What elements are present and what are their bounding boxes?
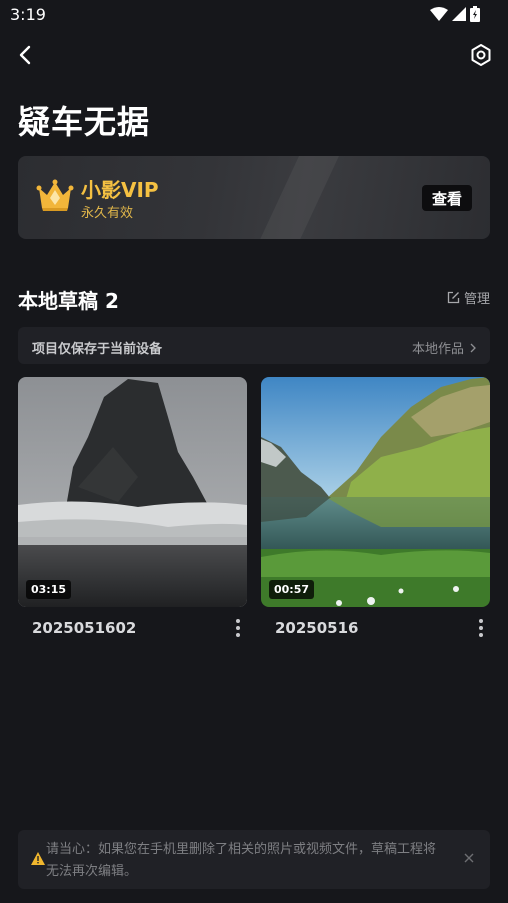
close-icon[interactable] xyxy=(462,851,476,865)
draft-name: 2025051602 xyxy=(32,619,137,637)
settings-button[interactable] xyxy=(468,42,494,68)
draft-name: 20250516 xyxy=(275,619,359,637)
vip-view-button[interactable]: 查看 xyxy=(422,185,472,211)
chevron-right-icon xyxy=(470,343,476,352)
status-bar: 3:19 xyxy=(0,0,508,30)
battery-icon xyxy=(470,6,480,22)
warning-bar: 请当心：如果您在手机里删除了相关的照片或视频文件，草稿工程将无法再次编辑。 xyxy=(18,830,490,889)
page-title: 疑车无据 xyxy=(18,103,151,141)
vip-card[interactable]: 小影VIP 永久有效 查看 xyxy=(18,156,490,239)
dot xyxy=(479,626,483,630)
crown-icon xyxy=(36,179,74,211)
draft-thumbnail-image xyxy=(18,377,247,607)
more-options-button[interactable] xyxy=(473,617,489,639)
chevron-left-icon xyxy=(19,45,31,65)
dot xyxy=(236,626,240,630)
more-options-button[interactable] xyxy=(230,617,246,639)
local-works-label: 本地作品 xyxy=(411,342,464,357)
warning-text: 请当心：如果您在手机里删除了相关的照片或视频文件，草稿工程将无法再次编辑。 xyxy=(46,842,437,879)
status-icons xyxy=(430,6,480,22)
vip-title: 小影VIP xyxy=(81,178,159,202)
gear-icon xyxy=(471,44,491,66)
local-works-link[interactable]: 本地作品 xyxy=(412,338,476,357)
dot xyxy=(479,619,483,623)
draft-duration: 00:57 xyxy=(269,580,315,599)
manage-button[interactable]: 管理 xyxy=(447,288,490,307)
draft-thumbnail[interactable]: 00:57 xyxy=(261,377,490,607)
drafts-section-title: 本地草稿 2 xyxy=(18,289,119,313)
top-nav xyxy=(0,38,508,72)
dot xyxy=(236,633,240,637)
back-button[interactable] xyxy=(12,42,38,68)
info-bar: 项目仅保存于当前设备 本地作品 xyxy=(18,327,490,364)
dot xyxy=(236,619,240,623)
manage-label: 管理 xyxy=(463,292,490,307)
warning-icon xyxy=(31,852,45,865)
draft-thumbnail-image xyxy=(261,377,490,607)
draft-duration: 03:15 xyxy=(26,580,72,599)
info-text: 项目仅保存于当前设备 xyxy=(32,342,163,357)
vip-subtitle: 永久有效 xyxy=(81,206,134,221)
dot xyxy=(479,633,483,637)
signal-icon xyxy=(452,7,466,21)
edit-icon xyxy=(447,291,460,304)
wifi-icon xyxy=(430,7,448,21)
draft-thumbnail[interactable]: 03:15 xyxy=(18,377,247,607)
status-time: 3:19 xyxy=(10,5,46,24)
